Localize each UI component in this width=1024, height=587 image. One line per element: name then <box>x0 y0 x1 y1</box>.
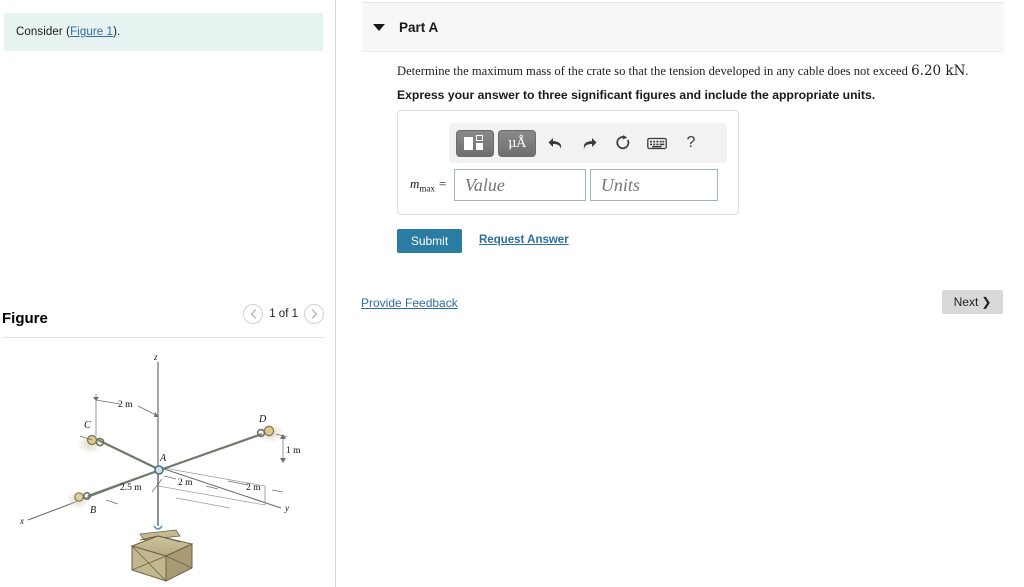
left-panel: Consider (Figure 1). Figure 1 of 1 z x y… <box>0 0 336 587</box>
redo-arrow-icon[interactable] <box>574 130 604 157</box>
variable-symbol: m <box>410 176 420 192</box>
figure-prev-button[interactable] <box>243 304 264 324</box>
cable-ac <box>97 439 161 471</box>
consider-text: Consider (Figure 1). <box>16 26 120 38</box>
dim-right-vert-label: 1 m <box>286 446 301 456</box>
axis-y-line <box>157 466 282 509</box>
axis-z-label: z <box>153 352 158 362</box>
consider-prefix: Consider ( <box>16 26 71 38</box>
figure-1-link[interactable]: Figure 1 <box>70 26 113 38</box>
dim-top-label: 2 m <box>118 400 133 410</box>
point-c-label: C <box>84 420 91 431</box>
anchor-d-ring <box>263 425 275 437</box>
figure-divider <box>3 337 324 338</box>
value-input[interactable] <box>453 169 586 201</box>
anchor-b-ring <box>74 492 84 502</box>
cable-ad <box>159 432 263 472</box>
figure-next-button[interactable] <box>304 304 324 324</box>
answer-input-row: mmax = <box>410 169 718 201</box>
point-b-label: B <box>90 505 96 516</box>
provide-feedback-link[interactable]: Provide Feedback <box>361 296 458 310</box>
variable-subscript: max <box>419 183 435 194</box>
figure-diagram[interactable]: z x y C B D A 2 m 1 m 2 m 2 m 2.5 m <box>0 348 336 587</box>
units-button-label: μÅ <box>508 135 526 151</box>
question-main: Determine the maximum mass of the crate … <box>397 64 912 78</box>
equals-sign: = <box>438 176 447 192</box>
figure-heading: Figure <box>2 309 48 327</box>
main-panel: Part A Determine the maximum mass of the… <box>361 2 1004 587</box>
submit-button[interactable]: Submit <box>397 229 462 253</box>
point-d-label: D <box>258 414 267 425</box>
chevron-right-icon <box>311 309 317 319</box>
caret-down-icon[interactable] <box>373 23 385 31</box>
math-template-icon[interactable] <box>456 129 494 157</box>
help-question-icon[interactable]: ? <box>676 130 706 157</box>
undo-arrow-icon[interactable] <box>540 130 570 157</box>
instruction-text: Express your answer to three significant… <box>397 88 876 102</box>
dim-left-label: 2.5 m <box>120 483 142 493</box>
consider-suffix: ). <box>113 26 121 38</box>
crate <box>130 535 194 582</box>
figure-page-count: 1 of 1 <box>269 308 298 320</box>
question-value: 6.20 kN <box>911 63 966 79</box>
variable-label: mmax = <box>410 176 447 194</box>
question-end: . <box>965 64 969 78</box>
dim-right-horiz-label: 2 m <box>246 483 261 493</box>
axis-y-label: y <box>284 503 289 513</box>
dim-mid-label: 2 m <box>178 478 193 488</box>
part-a-title: Part A <box>399 19 439 35</box>
part-a-header[interactable]: Part A <box>362 2 1004 52</box>
page-root: Consider (Figure 1). Figure 1 of 1 z x y… <box>0 0 1024 587</box>
keyboard-icon[interactable] <box>642 130 672 157</box>
next-button-label: Next <box>953 295 979 309</box>
answer-toolbar: μÅ ? <box>449 123 727 163</box>
question-text: Determine the maximum mass of the crate … <box>397 62 997 81</box>
reset-circle-icon[interactable] <box>608 130 638 157</box>
figure-pager: 1 of 1 <box>243 304 324 324</box>
axis-x-label: x <box>19 516 24 526</box>
point-a-label: A <box>159 453 167 464</box>
chevron-right-icon: ❯ <box>981 295 992 309</box>
answer-entry-box: μÅ ? mmax = Value Units <box>397 110 739 215</box>
consider-callout: Consider (Figure 1). <box>4 13 323 51</box>
units-micro-angstrom-button[interactable]: μÅ <box>498 129 536 157</box>
request-answer-link[interactable]: Request Answer <box>479 234 569 246</box>
joint-a-ring <box>154 465 164 475</box>
chevron-left-icon <box>250 309 256 319</box>
units-input[interactable] <box>589 169 718 201</box>
figure-header: Figure 1 of 1 <box>0 300 324 336</box>
next-button[interactable]: Next ❯ <box>942 290 1003 314</box>
crate-hook-icon <box>153 525 163 530</box>
